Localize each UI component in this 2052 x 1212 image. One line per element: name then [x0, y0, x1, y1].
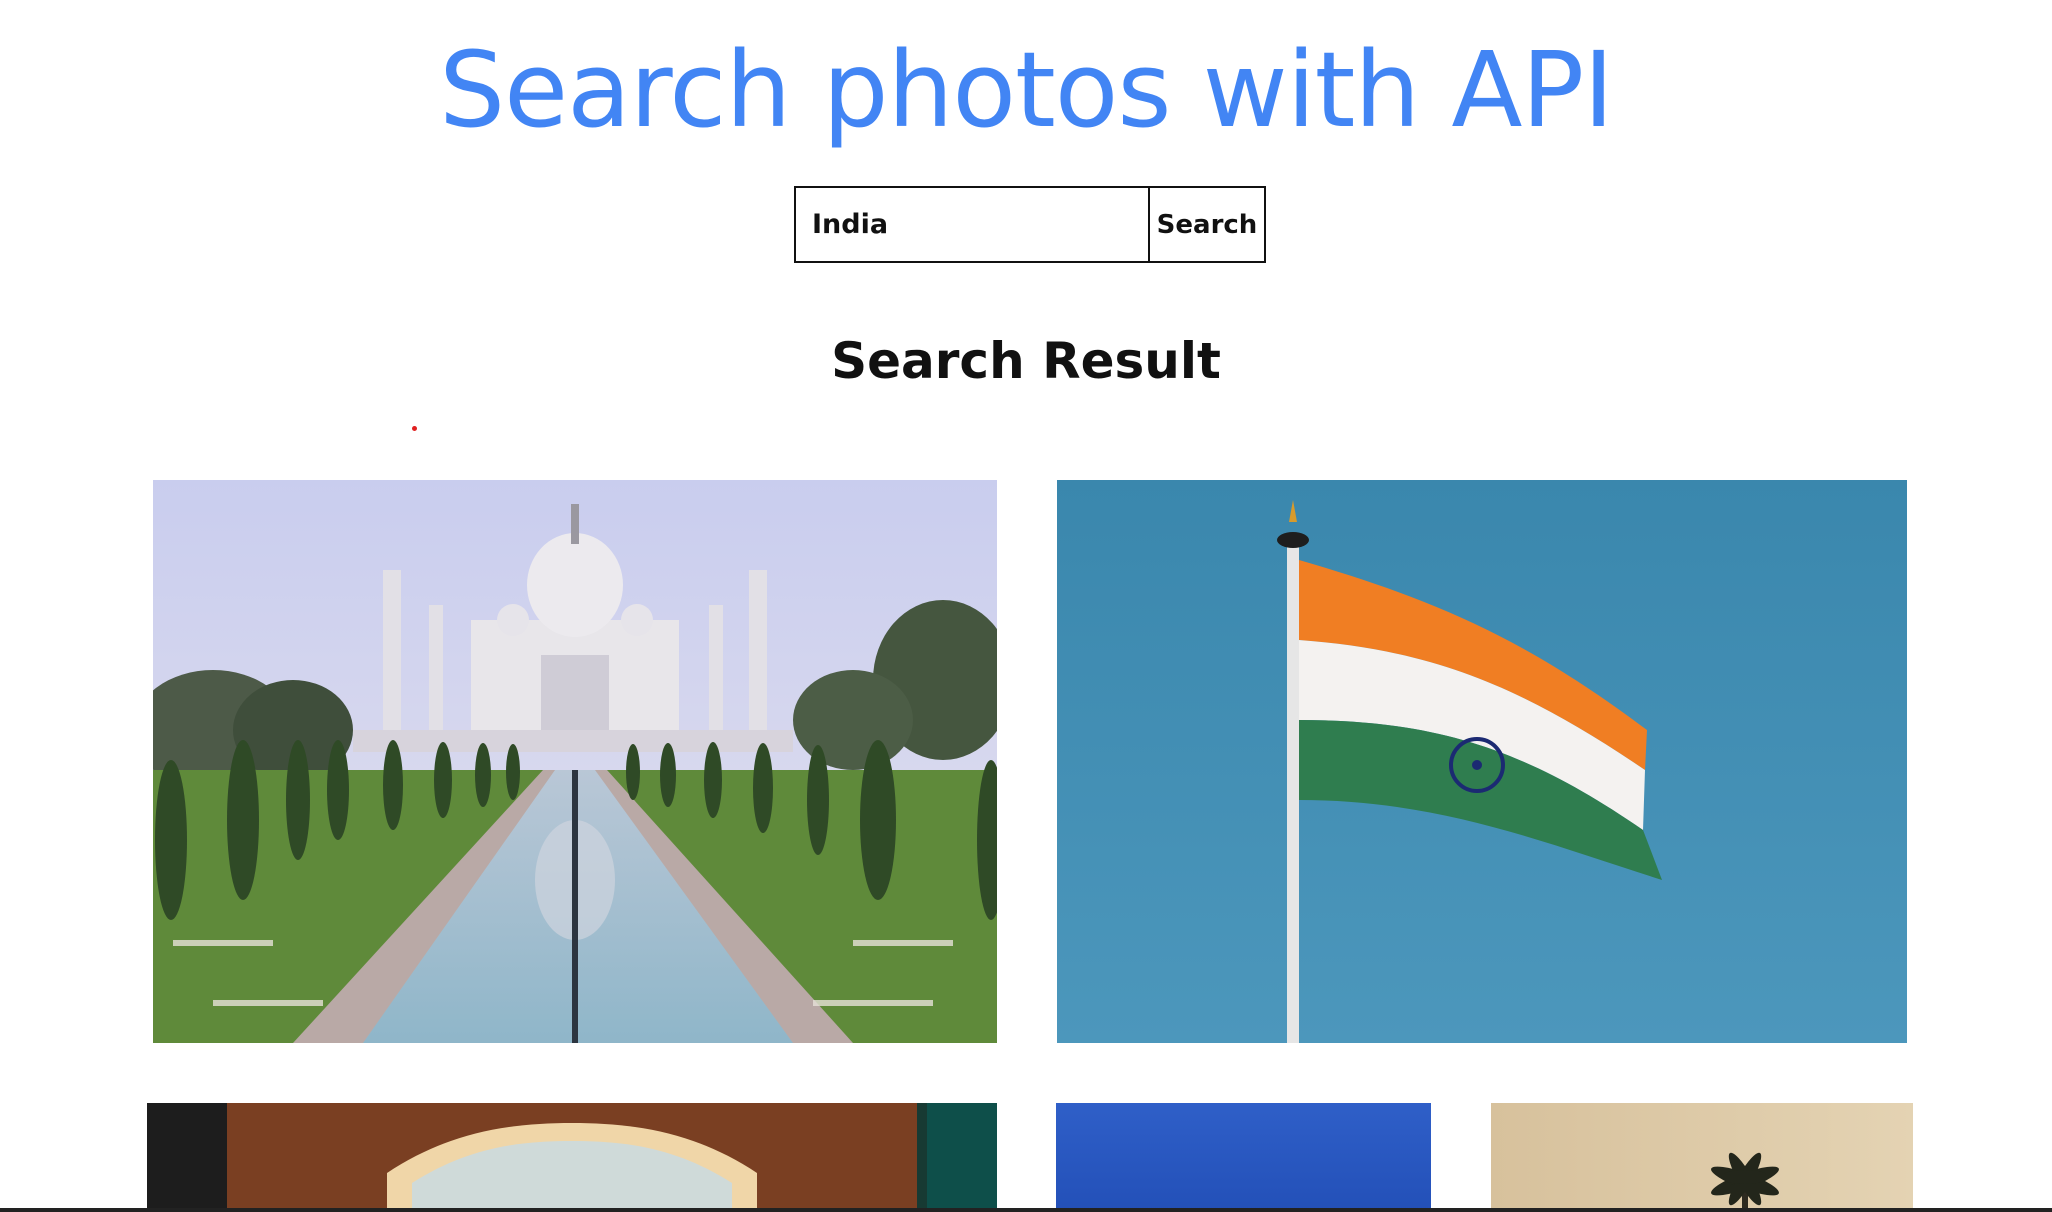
india-flag-image: [1057, 480, 1907, 1043]
photo-palm-tree[interactable]: [1491, 1103, 1913, 1212]
photo-india-flag[interactable]: [1057, 480, 1907, 1043]
search-button[interactable]: Search: [1148, 186, 1266, 263]
page-title: Search photos with API: [439, 29, 1614, 151]
taj-mahal-image: [153, 480, 997, 1043]
blue-sky-image: [1056, 1103, 1431, 1212]
arch-doorway-image: [147, 1103, 997, 1212]
photo-arch-doorway[interactable]: [147, 1103, 997, 1212]
palm-tree-image: [1491, 1103, 1913, 1212]
bottom-rule: [0, 1208, 2052, 1212]
search-form: Search: [794, 186, 1266, 263]
results-title: Search Result: [831, 332, 1221, 390]
search-input[interactable]: [794, 186, 1148, 263]
red-marker-dot: [412, 426, 417, 431]
photo-taj-mahal[interactable]: [153, 480, 997, 1043]
photo-blue-sky[interactable]: [1056, 1103, 1431, 1212]
